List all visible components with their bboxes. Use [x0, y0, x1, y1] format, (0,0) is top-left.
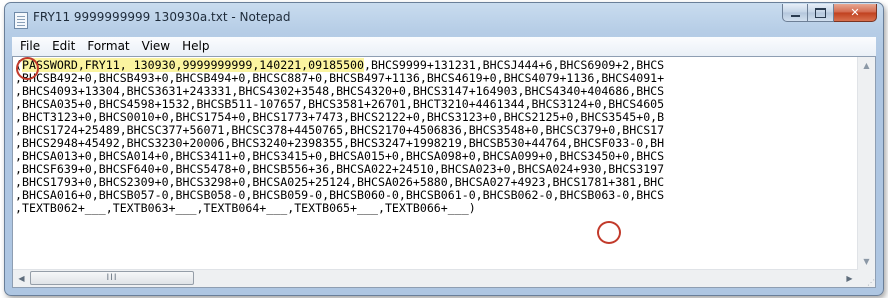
notepad-icon[interactable]: [14, 12, 28, 29]
annotation-circle-start: [16, 57, 39, 80]
minimize-icon: [790, 14, 800, 17]
scroll-up-icon[interactable]: ▲: [858, 57, 875, 74]
vertical-scrollbar[interactable]: ▲ ▼: [857, 57, 875, 270]
scroll-down-icon[interactable]: ▼: [858, 253, 875, 270]
horizontal-scrollbar[interactable]: ◀ III ▶: [13, 269, 858, 287]
text-line-12: ,TEXTB062+___,TEXTB063+___,TEXTB064+___,…: [15, 201, 476, 215]
menu-edit[interactable]: Edit: [46, 37, 81, 56]
window-title: FRY11 9999999999 130930a.txt - Notepad: [33, 10, 291, 24]
scroll-left-icon[interactable]: ◀: [13, 270, 30, 287]
maximize-icon: [815, 7, 826, 18]
size-grip-icon[interactable]: ⋰: [858, 270, 875, 287]
minimize-button[interactable]: [782, 4, 808, 22]
annotation-circle-end: [597, 221, 621, 244]
scroll-right-icon[interactable]: ▶: [841, 270, 858, 287]
title-bar[interactable]: FRY11 9999999999 130930a.txt - Notepad ✕: [5, 3, 883, 33]
text-area[interactable]: (PASSWORD,FRY11, 130930,9999999999,14022…: [12, 56, 876, 288]
line-1-rest: ,BHCS9999+131231,BHCSJ444+6,BHCS6909+2,B…: [364, 58, 665, 72]
horizontal-scroll-thumb[interactable]: III: [30, 271, 194, 285]
menu-format[interactable]: Format: [81, 37, 135, 56]
menu-help[interactable]: Help: [176, 37, 215, 56]
menu-bar: File Edit Format View Help: [12, 37, 876, 57]
notepad-window: FRY11 9999999999 130930a.txt - Notepad ✕…: [4, 2, 884, 296]
close-icon: ✕: [850, 6, 860, 19]
menu-file[interactable]: File: [14, 37, 46, 56]
editor-content[interactable]: (PASSWORD,FRY11, 130930,9999999999,14022…: [13, 57, 858, 270]
close-button[interactable]: ✕: [834, 4, 877, 22]
highlighted-text: PASSWORD,FRY11, 130930,9999999999,140221…: [21, 58, 365, 72]
caption-buttons: ✕: [782, 4, 877, 23]
maximize-button[interactable]: [808, 4, 834, 22]
menu-view[interactable]: View: [136, 37, 176, 56]
